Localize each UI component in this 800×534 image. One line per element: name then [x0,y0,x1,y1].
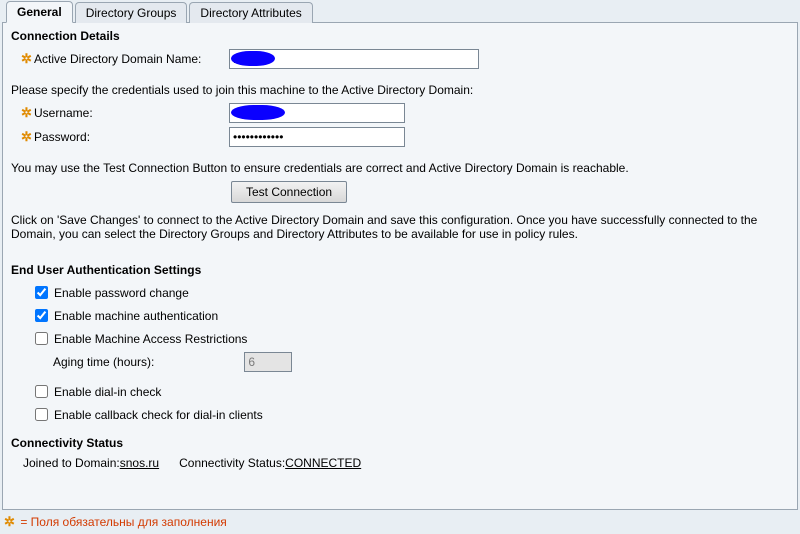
checkbox-enable-password-change[interactable] [35,286,48,299]
tab-directory-attributes[interactable]: Directory Attributes [189,2,312,23]
test-connection-button[interactable]: Test Connection [231,181,347,203]
required-icon: ✲ [21,105,31,121]
checkbox-enable-callback[interactable] [35,408,48,421]
tab-directory-groups[interactable]: Directory Groups [75,2,188,23]
value-connectivity-status: CONNECTED [285,456,361,470]
label-domain-name: Active Directory Domain Name: [34,52,229,66]
required-footer: ✲ = Поля обязательны для заполнения [4,514,800,530]
checkbox-enable-machine-auth[interactable] [35,309,48,322]
label-enable-dialin: Enable dial-in check [54,385,161,399]
required-icon: ✲ [21,51,31,67]
general-panel: Connection Details ✲ Active Directory Do… [2,22,798,510]
label-username: Username: [34,106,229,120]
label-save-intro: Click on 'Save Changes' to connect to th… [11,213,789,241]
domain-name-input[interactable] [229,49,479,69]
username-input[interactable] [229,103,405,123]
required-icon: ✲ [21,129,31,145]
label-enable-mar: Enable Machine Access Restrictions [54,332,247,346]
checkbox-enable-dialin[interactable] [35,385,48,398]
tab-general[interactable]: General [6,1,73,23]
connectivity-status-row: Joined to Domain:snos.ru Connectivity St… [23,456,789,470]
label-connectivity-status: Connectivity Status: [179,456,285,470]
label-password: Password: [34,130,229,144]
label-enable-callback: Enable callback check for dial-in client… [54,408,263,422]
label-joined-to: Joined to Domain: [23,456,120,470]
checkbox-enable-mar[interactable] [35,332,48,345]
section-connection-details: Connection Details [11,29,789,43]
footer-text: = Поля обязательны для заполнения [17,515,227,529]
aging-time-input [244,352,292,372]
label-aging-time: Aging time (hours): [53,355,154,369]
section-end-user-auth: End User Authentication Settings [11,263,789,277]
password-input[interactable] [229,127,405,147]
label-enable-machine-auth: Enable machine authentication [54,309,218,323]
tabs-bar: General Directory Groups Directory Attri… [0,0,800,22]
required-icon: ✲ [4,514,14,530]
label-test-intro: You may use the Test Connection Button t… [11,161,789,175]
label-credentials-intro: Please specify the credentials used to j… [11,83,789,97]
value-joined-domain: snos.ru [120,456,159,470]
label-enable-password-change: Enable password change [54,286,189,300]
section-connectivity-status: Connectivity Status [11,436,789,450]
